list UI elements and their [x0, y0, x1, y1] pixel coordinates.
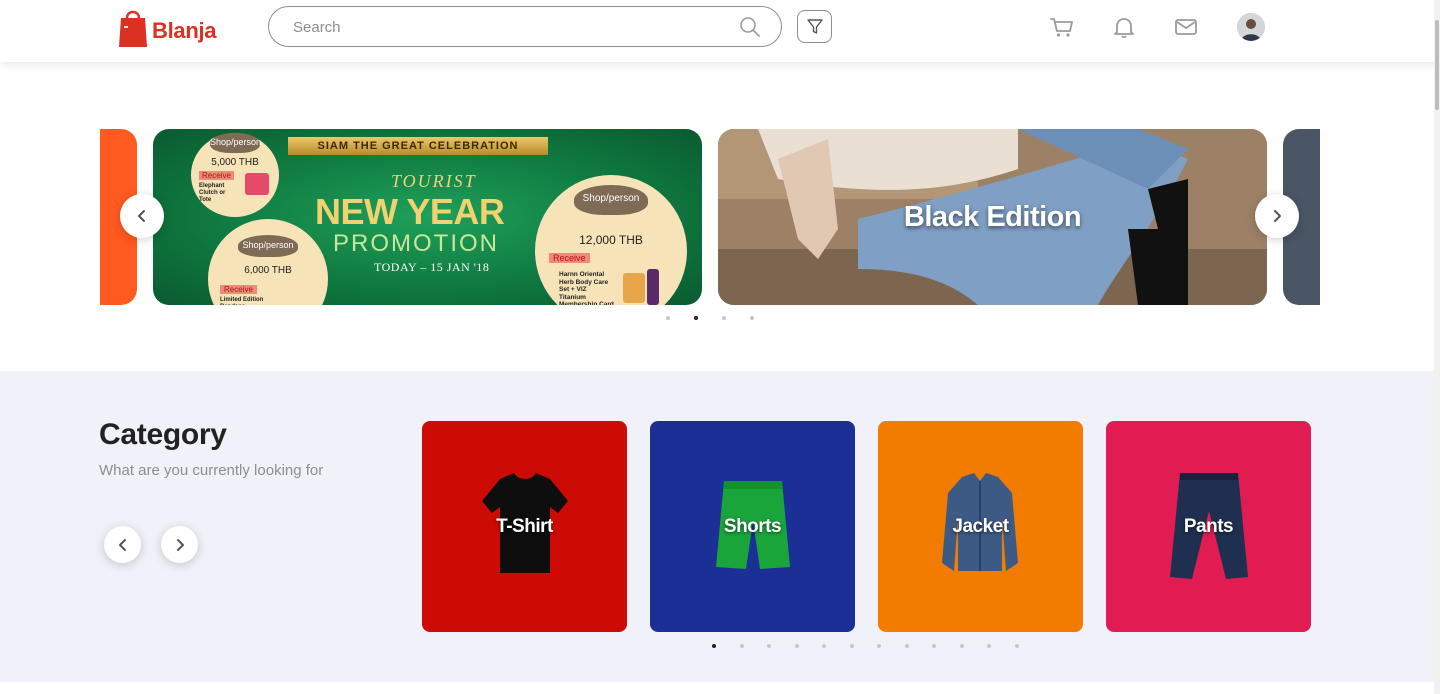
category-section: Category What are you currently looking … [0, 371, 1434, 682]
coupon-cap: Shop/person [210, 133, 261, 153]
category-card-shorts[interactable]: Shorts [650, 421, 855, 632]
category-dot[interactable] [822, 644, 826, 648]
category-dot[interactable] [877, 644, 881, 648]
category-dot[interactable] [794, 644, 799, 648]
category-label: T-Shirt [496, 515, 553, 537]
coupon-receive: Receive [549, 253, 590, 263]
category-dot[interactable] [739, 644, 744, 648]
coupon-amount: 6,000 THB [244, 265, 292, 276]
category-dot-active[interactable] [712, 644, 716, 648]
category-prev-button[interactable] [104, 526, 141, 563]
promo-small-title: TOURIST [391, 171, 477, 191]
bell-icon [1114, 18, 1134, 38]
category-card-tshirt[interactable]: T-Shirt [422, 421, 627, 632]
category-dot[interactable] [932, 644, 936, 648]
banner-next-button[interactable] [1255, 194, 1299, 238]
banner-slide-black-edition[interactable]: Black Edition [718, 129, 1267, 305]
banner-carousel: SIAM THE GREAT CELEBRATION TOURIST NEW Y… [0, 62, 1434, 371]
banner-dot-active[interactable] [694, 316, 698, 320]
category-pagination [712, 644, 1019, 648]
category-dot[interactable] [849, 644, 854, 648]
chevron-right-icon [1274, 210, 1281, 222]
coupon-receive: Receive [199, 171, 234, 180]
category-dot[interactable] [904, 644, 909, 648]
coupon-cap: Shop/person [238, 235, 298, 257]
chevron-right-icon [176, 538, 184, 551]
shopping-bag-icon [119, 10, 147, 47]
promo-ribbon: SIAM THE GREAT CELEBRATION [288, 137, 548, 155]
black-edition-title: Black Edition [903, 200, 1082, 233]
category-label: Jacket [952, 515, 1009, 537]
coupon-product-bottle [647, 269, 659, 305]
banner-prev-button[interactable] [120, 194, 164, 238]
filter-button[interactable] [797, 10, 832, 43]
search-bar[interactable] [268, 6, 782, 47]
search-input[interactable] [293, 16, 713, 38]
filter-icon [806, 18, 823, 34]
brand-name: Blanja [152, 18, 217, 43]
category-card-jacket[interactable]: Jacket [878, 421, 1083, 632]
category-dot[interactable] [767, 644, 771, 648]
avatar[interactable] [1237, 13, 1265, 41]
chevron-left-icon [118, 538, 126, 551]
category-dot[interactable] [1014, 644, 1019, 648]
coupon-item: Elephant Clutch or Tote [199, 183, 226, 203]
category-card-pants[interactable]: Pants [1106, 421, 1311, 632]
user-avatar-icon [1237, 13, 1265, 41]
page-scrollbar[interactable] [1434, 0, 1440, 694]
promo-subtitle: PROMOTION [333, 230, 499, 257]
banner-pagination [666, 316, 754, 320]
search-icon[interactable] [739, 16, 761, 38]
promo-date: TODAY – 15 JAN '18 [374, 260, 490, 274]
cart-icon [1050, 18, 1073, 37]
notification-button[interactable] [1111, 15, 1137, 39]
chevron-left-icon [138, 210, 145, 222]
mail-icon [1175, 19, 1197, 35]
coupon-amount: 12,000 THB [579, 233, 643, 247]
scrollbar-thumb[interactable] [1435, 20, 1439, 110]
coupon-cap: Shop/person [574, 185, 648, 215]
coupon-amount: 5,000 THB [211, 157, 259, 168]
category-title: Category [99, 418, 227, 451]
coupon-item: Harnn Oriental Herb Body Care Set + VIZ … [559, 271, 614, 305]
promo-coupon-6000: Shop/person 6,000 THB Receive Limited Ed… [208, 219, 328, 305]
category-label: Shorts [723, 515, 782, 537]
coupon-item: Limited Edition Bandana [220, 297, 264, 305]
top-navbar: Blanja [0, 0, 1440, 62]
banner-dot[interactable] [666, 316, 670, 320]
category-dot[interactable] [959, 644, 964, 648]
brand-logo[interactable]: Blanja [118, 6, 217, 48]
promo-coupon-5000: Shop/person 5,000 THB Receive Elephant C… [191, 133, 279, 217]
coupon-receive: Receive [220, 285, 257, 294]
coupon-product-image [623, 273, 645, 303]
category-subtitle: What are you currently looking for [99, 462, 324, 479]
category-next-button[interactable] [161, 526, 198, 563]
promo-title: NEW YEAR [315, 191, 505, 232]
banner-dot[interactable] [750, 316, 754, 320]
mail-button[interactable] [1173, 15, 1199, 39]
category-label: Pants [1183, 515, 1234, 537]
coupon-product-image [245, 173, 269, 195]
banner-dot[interactable] [722, 316, 726, 320]
promo-coupon-12000: Shop/person 12,000 THB Receive Harnn Ori… [535, 175, 687, 305]
page-bottom-strip [0, 682, 1434, 694]
cart-button[interactable] [1049, 15, 1075, 39]
banner-slide-promotion[interactable]: SIAM THE GREAT CELEBRATION TOURIST NEW Y… [153, 129, 702, 305]
category-dot[interactable] [987, 644, 991, 648]
